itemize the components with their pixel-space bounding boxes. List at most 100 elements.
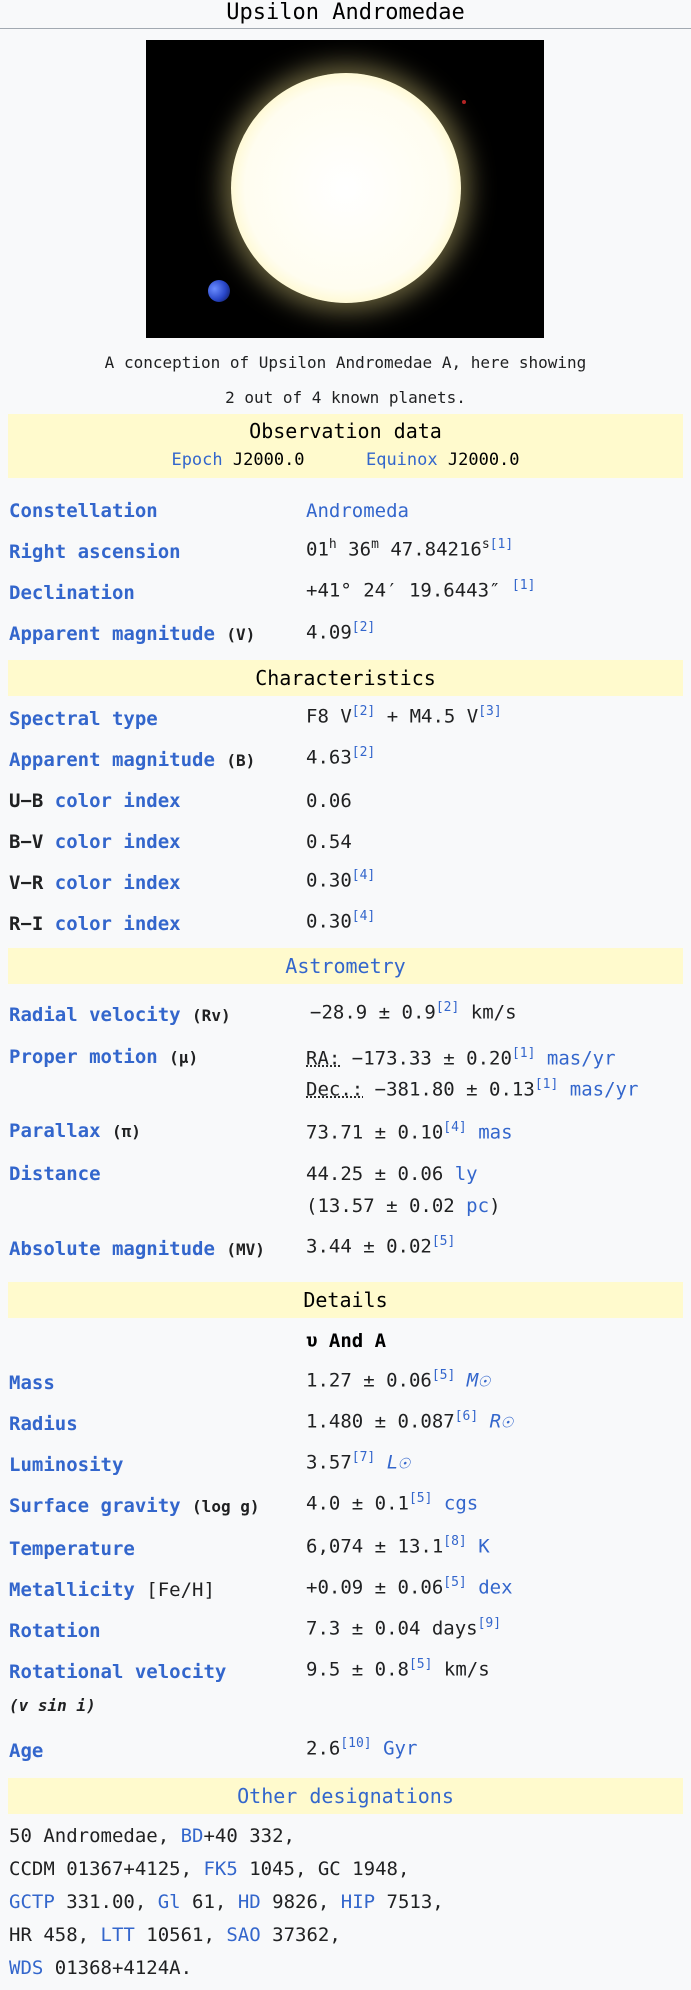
proper-motion-ra: RA: −173.33 ± 0.20[1] mas/yr: [306, 1046, 616, 1070]
metallicity-value: +0.09 ± 0.06[5] dex: [306, 1575, 513, 1599]
constellation-label[interactable]: Constellation: [9, 500, 158, 522]
spectral-type-label[interactable]: Spectral type: [9, 708, 158, 730]
ref-link[interactable]: [1]: [490, 537, 513, 552]
bv-color-index-label[interactable]: B−V color index: [9, 831, 181, 853]
ref-link[interactable]: [8]: [443, 1534, 466, 1549]
distance-value-pc: (13.57 ± 0.02 pc): [306, 1195, 501, 1217]
ra-label[interactable]: Right ascension: [9, 541, 181, 563]
designations-line-4: HR 458, LTT 10561, SAO 37362,: [9, 1924, 341, 1946]
page-title: Upsilon Andromedae: [0, 0, 691, 29]
fk5-link[interactable]: FK5: [203, 1858, 237, 1880]
ref-link[interactable]: [2]: [352, 704, 375, 719]
ref-link[interactable]: [5]: [432, 1368, 455, 1383]
rotational-velocity-symbol: (v sin i): [9, 1696, 96, 1715]
ref-link[interactable]: [5]: [443, 1575, 466, 1590]
parallax-label[interactable]: Parallax (π): [9, 1120, 141, 1142]
ltt-link[interactable]: LTT: [101, 1924, 135, 1946]
ref-link[interactable]: [1]: [512, 1046, 535, 1061]
constellation-value[interactable]: Andromeda: [306, 500, 409, 522]
section-observation-data: Observation data Epoch J2000.0 Equinox J…: [8, 414, 683, 478]
apparent-magnitude-v-label[interactable]: Apparent magnitude (V): [9, 623, 255, 645]
ub-color-index-label[interactable]: U−B color index: [9, 790, 181, 812]
designations-line-1: 50 Andromedae, BD+40 332,: [9, 1825, 295, 1847]
radial-velocity-value: −28.9 ± 0.9[2] km/s: [310, 1000, 517, 1024]
radius-label[interactable]: Radius: [9, 1413, 78, 1435]
ref-link[interactable]: [6]: [455, 1409, 478, 1424]
ref-link[interactable]: [7]: [352, 1450, 375, 1465]
bd-link[interactable]: BD: [181, 1825, 204, 1847]
section-header-title: Observation data: [249, 419, 442, 443]
radius-value: 1.480 ± 0.087[6] R☉: [306, 1409, 513, 1433]
ref-link[interactable]: [9]: [478, 1616, 501, 1631]
hip-link[interactable]: HIP: [341, 1891, 375, 1913]
section-astrometry[interactable]: Astrometry: [8, 948, 683, 984]
absolute-magnitude-value: 3.44 ± 0.02[5]: [306, 1234, 456, 1258]
ref-link[interactable]: [2]: [352, 745, 375, 760]
luminosity-label[interactable]: Luminosity: [9, 1454, 123, 1476]
ri-color-index-value: 0.30[4]: [306, 909, 376, 933]
vr-color-index-value: 0.30[4]: [306, 868, 376, 892]
ref-link[interactable]: [1]: [512, 578, 535, 593]
rotation-label[interactable]: Rotation: [9, 1620, 101, 1642]
proper-motion-label[interactable]: Proper motion (μ): [9, 1046, 198, 1068]
designations-line-5: WDS 01368+4124A.: [9, 1957, 193, 1979]
rotational-velocity-label[interactable]: Rotational velocity: [9, 1661, 226, 1683]
epoch-link[interactable]: Epoch: [171, 450, 222, 470]
ref-link[interactable]: [2]: [436, 1000, 459, 1015]
mass-label[interactable]: Mass: [9, 1372, 55, 1394]
epoch-equinox: Epoch J2000.0 Equinox J2000.0: [8, 448, 683, 472]
radial-velocity-label[interactable]: Radial velocity (Rv): [9, 1004, 231, 1026]
distance-label[interactable]: Distance: [9, 1163, 101, 1185]
star-illustration[interactable]: [146, 40, 544, 338]
ref-link[interactable]: [5]: [409, 1491, 432, 1506]
equinox-value: J2000.0: [447, 450, 520, 470]
hd-link[interactable]: HD: [238, 1891, 261, 1913]
ref-link[interactable]: [1]: [535, 1077, 558, 1092]
section-other-designations[interactable]: Other designations: [8, 1778, 683, 1814]
ref-link[interactable]: [4]: [352, 868, 375, 883]
star-disc: [231, 73, 461, 303]
declination-label[interactable]: Declination: [9, 582, 135, 604]
section-characteristics: Characteristics: [8, 660, 683, 696]
ref-link[interactable]: [10]: [340, 1736, 371, 1751]
parallax-value: 73.71 ± 0.10[4] mas: [306, 1120, 513, 1144]
rotational-velocity-value: 9.5 ± 0.8[5] km/s: [306, 1657, 490, 1681]
ra-value: 01h 36m 47.84216s[1]: [306, 537, 514, 561]
caption-line-1: A conception of Upsilon Andromedae A, he…: [104, 353, 587, 372]
gctp-link[interactable]: GCTP: [9, 1891, 55, 1913]
section-details: Details: [8, 1282, 683, 1318]
age-label[interactable]: Age: [9, 1740, 43, 1762]
ri-color-index-label[interactable]: R−I color index: [9, 913, 181, 935]
designations-line-2: CCDM 01367+4125, FK5 1045, GC 1948,: [9, 1858, 410, 1880]
luminosity-value: 3.57[7] L☉: [306, 1450, 410, 1474]
ref-link[interactable]: [3]: [478, 704, 501, 719]
surface-gravity-label[interactable]: Surface gravity (log g): [9, 1495, 259, 1517]
absolute-magnitude-label[interactable]: Absolute magnitude (MV): [9, 1238, 265, 1260]
ref-link[interactable]: [4]: [352, 909, 375, 924]
wds-link[interactable]: WDS: [9, 1957, 43, 1979]
planet-red: [462, 100, 466, 104]
planet-blue: [208, 280, 230, 302]
sao-link[interactable]: SAO: [226, 1924, 260, 1946]
equinox-link[interactable]: Equinox: [366, 450, 438, 470]
ref-link[interactable]: [2]: [352, 620, 375, 635]
bv-color-index-value: 0.54: [306, 831, 352, 853]
metallicity-label[interactable]: Metallicity [Fe/H]: [9, 1579, 215, 1601]
gl-link[interactable]: Gl: [158, 1891, 181, 1913]
details-subheader: υ And A: [306, 1330, 387, 1352]
ref-link[interactable]: [4]: [443, 1120, 466, 1135]
vr-color-index-label[interactable]: V−R color index: [9, 872, 181, 894]
rotation-value: 7.3 ± 0.04 days[9]: [306, 1616, 502, 1640]
ub-color-index-value: 0.06: [306, 790, 352, 812]
temperature-label[interactable]: Temperature: [9, 1538, 135, 1560]
mass-value: 1.27 ± 0.06[5] M☉: [306, 1368, 490, 1392]
ref-link[interactable]: [5]: [432, 1234, 455, 1249]
distance-value-ly: 44.25 ± 0.06 ly: [306, 1163, 478, 1185]
temperature-value: 6,074 ± 13.1[8] K: [306, 1534, 490, 1558]
image-caption: A conception of Upsilon Andromedae A, he…: [0, 345, 691, 415]
designations-line-3: GCTP 331.00, Gl 61, HD 9826, HIP 7513,: [9, 1891, 444, 1913]
apparent-magnitude-b-label[interactable]: Apparent magnitude (B): [9, 749, 255, 771]
apparent-magnitude-b-value: 4.63[2]: [306, 745, 376, 769]
ref-link[interactable]: [5]: [409, 1657, 432, 1672]
apparent-magnitude-v-value: 4.09[2]: [306, 620, 376, 644]
